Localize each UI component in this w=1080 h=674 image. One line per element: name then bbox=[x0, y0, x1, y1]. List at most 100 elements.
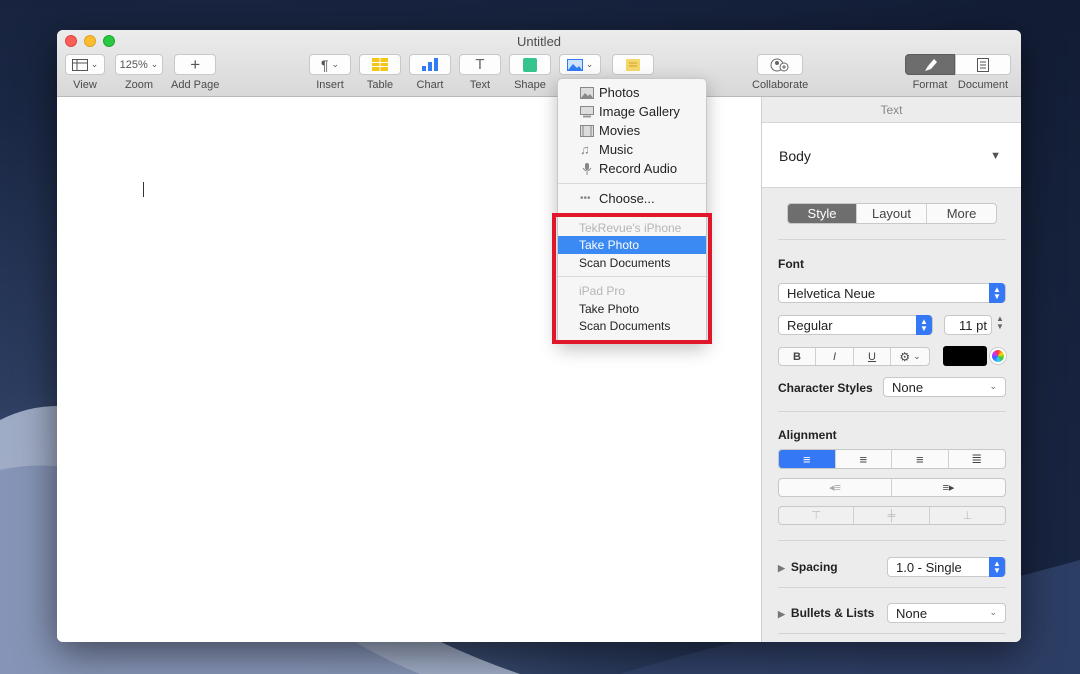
text-color-well[interactable] bbox=[943, 346, 987, 366]
view-label: View bbox=[73, 79, 97, 91]
font-family-select[interactable]: Helvetica Neue ▲ ▼ bbox=[778, 283, 1006, 303]
window-title: Untitled bbox=[516, 34, 562, 49]
text-tool[interactable]: T Text bbox=[459, 54, 501, 91]
divider bbox=[778, 587, 1006, 588]
chevron-down-icon: ⌄ bbox=[331, 59, 340, 69]
menu-item-photos[interactable]: Photos bbox=[558, 83, 706, 102]
align-left-button[interactable]: ≡ bbox=[779, 450, 836, 468]
character-styles-select[interactable]: None ⌄ bbox=[883, 377, 1006, 397]
sidebar-header: Text bbox=[762, 97, 1021, 123]
view-tool[interactable]: ⌄ View bbox=[65, 54, 105, 91]
popup-arrows-icon: ▲ ▼ bbox=[916, 315, 932, 335]
color-wheel-icon[interactable] bbox=[990, 348, 1006, 364]
shape-icon bbox=[523, 57, 537, 72]
menu-item-movies[interactable]: Movies bbox=[558, 121, 706, 140]
table-button[interactable] bbox=[359, 54, 401, 75]
disclosure-triangle-icon: ▶ bbox=[778, 609, 785, 619]
divider bbox=[778, 411, 1006, 412]
media-button[interactable]: ⌄ bbox=[559, 54, 601, 75]
text-button[interactable]: T bbox=[459, 54, 501, 75]
media-tool[interactable]: ⌄ bbox=[559, 54, 601, 75]
spacing-select[interactable]: 1.0 - Single ▲ ▼ bbox=[887, 557, 1006, 577]
justify-button[interactable]: ≣ bbox=[949, 450, 1006, 468]
spacing-value: 1.0 - Single bbox=[896, 559, 962, 575]
font-size-field[interactable]: 11 pt bbox=[944, 315, 992, 335]
view-button[interactable]: ⌄ bbox=[65, 54, 105, 75]
pages-window: Untitled ⌄ View 125% ⌄ Zoom + Add Page ¶ bbox=[57, 30, 1021, 642]
image-gallery-icon bbox=[580, 105, 594, 117]
format-label: Format bbox=[912, 79, 948, 91]
zoom-button[interactable]: 125% ⌄ bbox=[115, 54, 163, 75]
menu-item-choose[interactable]: ••• Choose... bbox=[558, 189, 706, 208]
add-page-button[interactable]: + bbox=[174, 54, 217, 75]
align-center-button[interactable]: ≡ bbox=[836, 450, 892, 468]
menu-item-record-audio[interactable]: Record Audio bbox=[558, 159, 706, 178]
divider bbox=[778, 239, 1006, 240]
format-button[interactable] bbox=[905, 54, 955, 75]
text-icon: T bbox=[475, 56, 485, 73]
text-label: Text bbox=[469, 79, 491, 91]
ellipsis-icon: ••• bbox=[580, 192, 591, 204]
bold-button[interactable]: B bbox=[779, 348, 816, 365]
align-middle-button[interactable]: ╪ bbox=[854, 507, 930, 524]
chart-button[interactable] bbox=[409, 54, 451, 75]
text-options-button[interactable]: ⚙ ⌄ bbox=[891, 348, 929, 365]
shape-button[interactable] bbox=[509, 54, 551, 75]
popup-arrows-icon: ▲ ▼ bbox=[989, 557, 1005, 577]
decrease-indent-button[interactable]: ◂≡ bbox=[779, 479, 892, 496]
align-right-icon: ≡ bbox=[915, 451, 924, 467]
chart-tool[interactable]: Chart bbox=[409, 54, 451, 91]
font-typeface-value: Regular bbox=[787, 317, 833, 333]
bullets-disclosure[interactable]: ▶ Bullets & Lists bbox=[778, 606, 874, 620]
character-styles-label: Character Styles bbox=[778, 381, 873, 395]
document-tool[interactable]: Document bbox=[955, 54, 1011, 91]
vertical-alignment-buttons: ⊤ ╪ ⊥ bbox=[778, 506, 1006, 525]
insert-button[interactable]: ¶ ⌄ bbox=[309, 54, 351, 75]
bullets-label: Bullets & Lists bbox=[790, 606, 875, 620]
increase-indent-button[interactable]: ≡▸ bbox=[892, 479, 1005, 496]
zoom-value: 125% bbox=[119, 58, 148, 71]
comment-tool[interactable] bbox=[612, 54, 654, 75]
font-family-value: Helvetica Neue bbox=[787, 285, 876, 301]
comment-icon bbox=[626, 58, 640, 71]
align-bottom-icon: ⊥ bbox=[962, 510, 973, 522]
tab-more[interactable]: More bbox=[927, 204, 996, 223]
outdent-icon: ◂≡ bbox=[829, 482, 841, 494]
font-typeface-select[interactable]: Regular ▲ ▼ bbox=[778, 315, 933, 335]
collaborate-tool[interactable]: Collaborate bbox=[752, 54, 808, 91]
tab-style[interactable]: Style bbox=[788, 204, 857, 223]
collaborate-button[interactable] bbox=[757, 54, 804, 75]
chevron-down-icon: ⌄ bbox=[913, 351, 921, 361]
character-styles-value: None bbox=[892, 379, 924, 395]
insert-tool[interactable]: ¶ ⌄ Insert bbox=[309, 54, 351, 91]
underline-button[interactable]: U bbox=[854, 348, 891, 365]
paragraph-style-selector[interactable]: Body ▼ bbox=[762, 123, 1021, 188]
comment-button[interactable] bbox=[612, 54, 654, 75]
highlight-annotation-box bbox=[552, 213, 712, 344]
align-right-button[interactable]: ≡ bbox=[892, 450, 949, 468]
document-button[interactable] bbox=[955, 54, 1011, 75]
photo-icon bbox=[566, 58, 583, 71]
menu-item-image-gallery[interactable]: Image Gallery bbox=[558, 102, 706, 121]
align-top-button[interactable]: ⊤ bbox=[779, 507, 855, 524]
popup-arrows-icon: ▲ ▼ bbox=[989, 283, 1005, 303]
zoom-tool[interactable]: 125% ⌄ Zoom bbox=[115, 54, 163, 91]
bullets-select[interactable]: None ⌄ bbox=[887, 603, 1006, 623]
menu-item-music[interactable]: ♫ Music bbox=[558, 140, 706, 159]
sidebar-view-icon bbox=[71, 58, 88, 71]
alignment-buttons: ≡ ≡ ≡ ≣ bbox=[778, 449, 1006, 469]
shape-tool[interactable]: Shape bbox=[509, 54, 551, 91]
align-bottom-button[interactable]: ⊥ bbox=[930, 507, 1005, 524]
alignment-heading: Alignment bbox=[778, 428, 837, 442]
spacing-disclosure[interactable]: ▶ Spacing bbox=[778, 560, 838, 574]
table-tool[interactable]: Table bbox=[359, 54, 401, 91]
add-page-tool[interactable]: + Add Page bbox=[171, 54, 219, 91]
tab-layout[interactable]: Layout bbox=[857, 204, 927, 223]
chart-label: Chart bbox=[416, 79, 444, 91]
document-icon bbox=[977, 57, 989, 72]
sidebar-tabs: Style Layout More bbox=[787, 203, 997, 224]
add-page-label: Add Page bbox=[171, 79, 220, 91]
font-size-stepper[interactable]: ▲ ▼ bbox=[996, 315, 1004, 331]
italic-button[interactable]: I bbox=[816, 348, 854, 365]
format-tool[interactable]: Format bbox=[905, 54, 955, 91]
